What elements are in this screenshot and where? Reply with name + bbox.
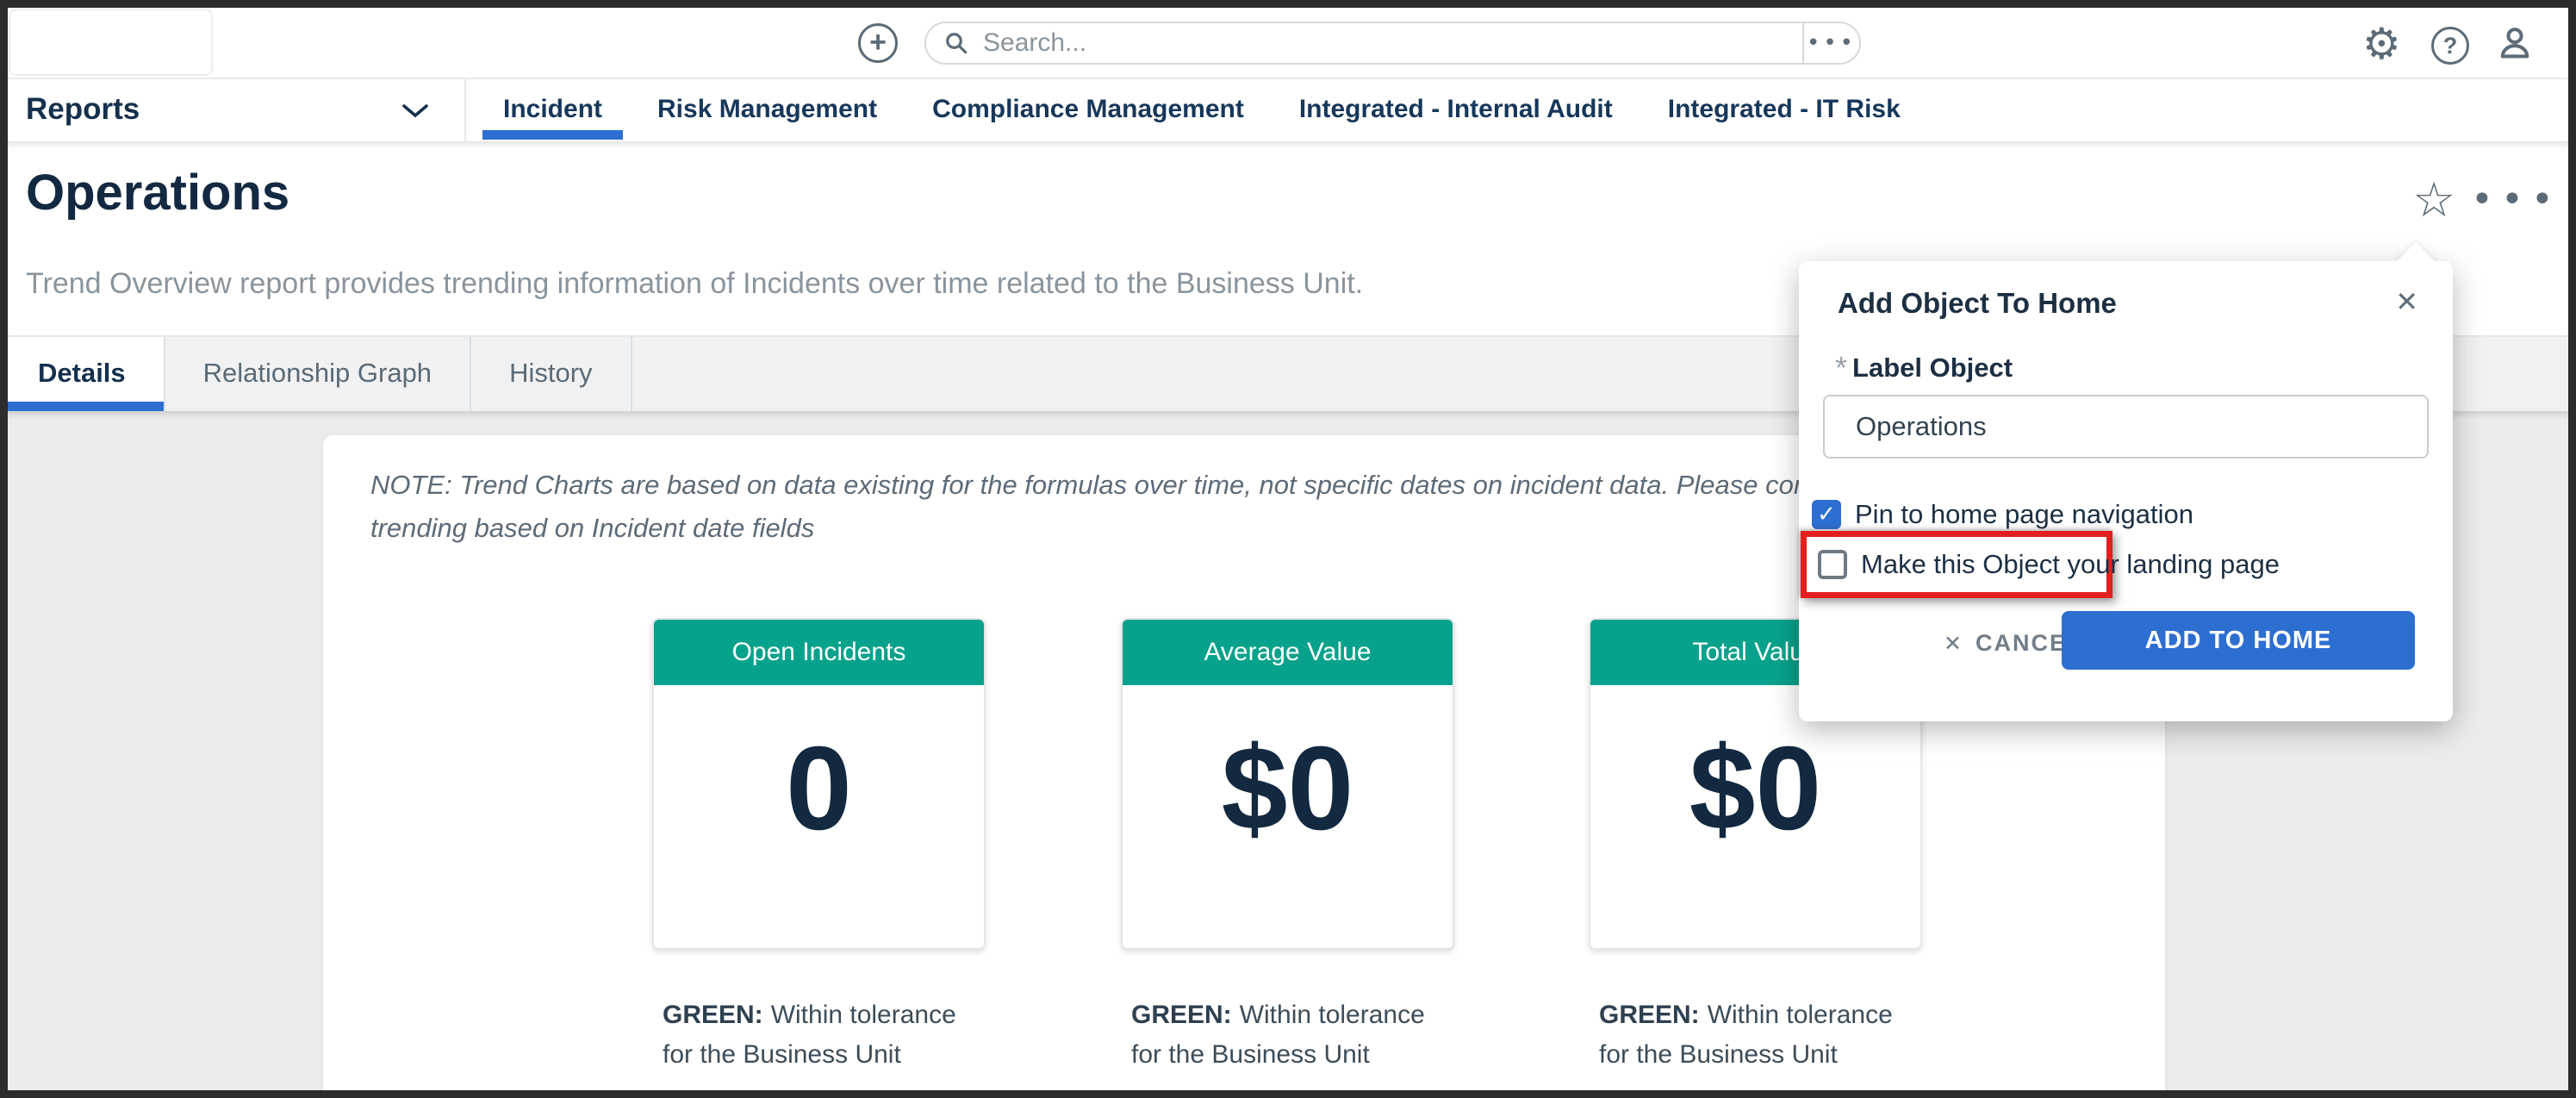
tab-compliance-management[interactable]: Compliance Management bbox=[905, 79, 1272, 140]
kpi-status-text: GREEN: Within tolerance for the Business … bbox=[1599, 995, 1926, 1075]
check-icon: ✓ bbox=[1817, 502, 1836, 527]
report-nav-row: Reports Incident Risk Management Complia… bbox=[0, 78, 2576, 141]
kpi-card-open-incidents[interactable]: Open Incidents 0 bbox=[652, 618, 986, 950]
kpi-card-title: Open Incidents bbox=[654, 620, 984, 685]
status-line2: for the Business Unit bbox=[1599, 1035, 1926, 1075]
add-to-home-button[interactable]: ADD TO HOME bbox=[2062, 611, 2415, 670]
report-tabs: Incident Risk Management Compliance Mana… bbox=[476, 79, 1928, 140]
pin-checkbox-label: Pin to home page navigation bbox=[1855, 499, 2193, 530]
dialog-title: Add Object To Home bbox=[1838, 287, 2117, 320]
kpi-card-title: Average Value bbox=[1123, 620, 1453, 685]
tab-relationship-graph[interactable]: Relationship Graph bbox=[165, 337, 471, 411]
kpi-card-average-value[interactable]: Average Value $0 bbox=[1121, 618, 1454, 950]
reports-dropdown[interactable]: Reports bbox=[26, 79, 140, 140]
question-icon: ? bbox=[2443, 33, 2458, 59]
required-marker: * bbox=[1835, 350, 1847, 385]
close-button[interactable]: ✕ bbox=[2395, 285, 2418, 318]
status-line1: Within tolerance bbox=[771, 1001, 956, 1029]
search-input[interactable] bbox=[981, 25, 1802, 61]
settings-button[interactable]: ⚙ bbox=[2362, 19, 2401, 69]
status-line2: for the Business Unit bbox=[1131, 1035, 1459, 1075]
star-icon: ☆ bbox=[2412, 172, 2455, 228]
chevron-down-icon[interactable] bbox=[401, 103, 429, 119]
ellipsis-icon: ••• bbox=[2471, 178, 2561, 221]
help-button[interactable]: ? bbox=[2431, 27, 2469, 65]
cancel-x-icon: ✕ bbox=[1944, 631, 1963, 656]
tab-incident[interactable]: Incident bbox=[476, 79, 630, 140]
create-button[interactable]: + bbox=[858, 23, 898, 63]
favorite-button[interactable]: ☆ bbox=[2412, 172, 2455, 228]
search-icon bbox=[943, 30, 969, 56]
person-icon bbox=[2495, 23, 2535, 63]
status-line1: Within tolerance bbox=[1708, 1001, 1893, 1029]
ellipsis-icon: ••• bbox=[1807, 30, 1857, 56]
kpi-status-text: GREEN: Within tolerance for the Business … bbox=[663, 995, 990, 1075]
plus-icon: + bbox=[869, 26, 887, 59]
status-line1: Within tolerance bbox=[1240, 1001, 1425, 1029]
tab-integrated-internal-audit[interactable]: Integrated - Internal Audit bbox=[1272, 79, 1640, 140]
nav-divider bbox=[464, 79, 466, 141]
tab-integrated-it-risk[interactable]: Integrated - IT Risk bbox=[1640, 79, 1928, 140]
add-object-to-home-dialog: Add Object To Home ✕ *Label Object ✓ Pin… bbox=[1799, 261, 2453, 721]
kpi-card-value: 0 bbox=[654, 685, 984, 892]
status-prefix: GREEN: bbox=[1131, 1001, 1232, 1029]
app-window: + ••• ⚙ ? Reports bbox=[0, 0, 2576, 1098]
landing-page-checkbox[interactable] bbox=[1818, 550, 1847, 579]
pin-checkbox[interactable]: ✓ bbox=[1812, 500, 1841, 529]
tab-history[interactable]: History bbox=[471, 337, 632, 411]
tab-details[interactable]: Details bbox=[0, 337, 165, 411]
top-bar: + ••• ⚙ ? bbox=[0, 0, 2576, 78]
search-bar[interactable]: ••• bbox=[924, 22, 1861, 65]
page-actions-button[interactable]: ••• bbox=[2471, 178, 2561, 221]
logo-placeholder bbox=[9, 9, 213, 76]
user-profile-button[interactable] bbox=[2495, 23, 2535, 67]
page-subtitle: Trend Overview report provides trending … bbox=[26, 267, 1363, 301]
page-title: Operations bbox=[26, 164, 289, 221]
tab-risk-management[interactable]: Risk Management bbox=[630, 79, 905, 140]
gear-icon: ⚙ bbox=[2362, 19, 2401, 69]
close-icon: ✕ bbox=[2395, 285, 2418, 318]
annotation-highlight-box: Make this Object your landing page bbox=[1801, 531, 2112, 598]
landing-page-checkbox-label: Make this Object your landing page bbox=[1861, 549, 2280, 580]
kpi-status-text: GREEN: Within tolerance for the Business … bbox=[1131, 995, 1459, 1075]
status-line2: for the Business Unit bbox=[663, 1035, 990, 1075]
status-prefix: GREEN: bbox=[663, 1001, 763, 1029]
label-object-input[interactable] bbox=[1823, 395, 2429, 459]
search-options-button[interactable]: ••• bbox=[1802, 23, 1859, 63]
pin-to-home-row[interactable]: ✓ Pin to home page navigation bbox=[1812, 499, 2193, 530]
label-object-label: *Label Object bbox=[1835, 350, 2013, 386]
kpi-card-value: $0 bbox=[1123, 685, 1453, 892]
status-prefix: GREEN: bbox=[1599, 1001, 1700, 1029]
